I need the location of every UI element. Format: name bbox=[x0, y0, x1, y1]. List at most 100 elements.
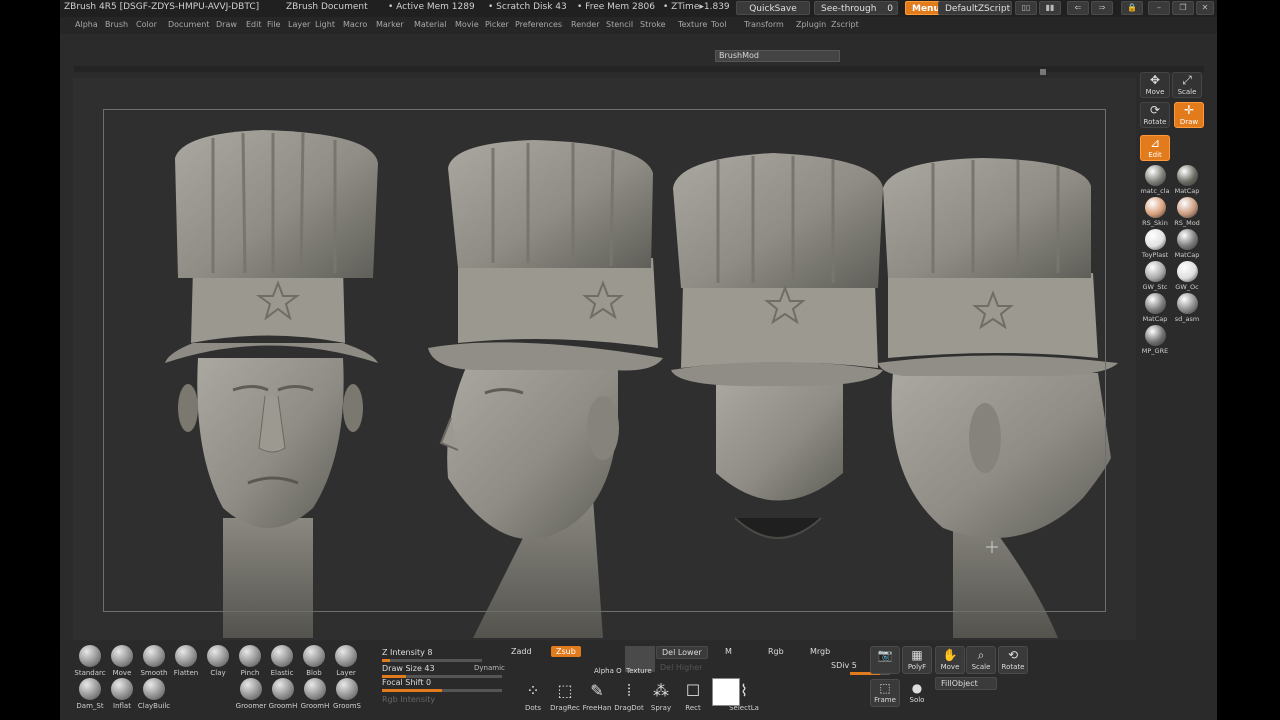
menu-stencil[interactable]: Stencil bbox=[606, 20, 633, 29]
move-button[interactable]: ✥ Move bbox=[1140, 72, 1170, 98]
material-4[interactable]: ToyPlast bbox=[1140, 229, 1170, 259]
stroke-freehan[interactable]: ✎ FreeHan bbox=[579, 680, 615, 712]
edit-button[interactable]: ⊿ Edit bbox=[1140, 135, 1170, 161]
camera-button[interactable]: 📷 bbox=[870, 646, 900, 674]
dynamic-toggle[interactable]: Dynamic bbox=[474, 664, 505, 672]
polyf-button[interactable]: ▦ PolyF bbox=[902, 646, 932, 674]
brush-move[interactable]: Move bbox=[105, 645, 139, 677]
menu-layer[interactable]: Layer bbox=[288, 20, 310, 29]
zsub-button[interactable]: Zsub bbox=[551, 646, 581, 657]
menu-movie[interactable]: Movie bbox=[455, 20, 479, 29]
solo-button[interactable]: ● Solo bbox=[902, 679, 932, 707]
tray-scale-button[interactable]: ⌕ Scale bbox=[966, 646, 996, 674]
brush-pinch[interactable]: Pinch bbox=[233, 645, 267, 677]
stroke-dragdot[interactable]: ⦙ DragDot bbox=[611, 680, 647, 712]
brush-label: GroomH bbox=[268, 702, 298, 710]
menu-transform[interactable]: Transform bbox=[744, 20, 784, 29]
menu-draw[interactable]: Draw bbox=[216, 20, 237, 29]
stroke-dots[interactable]: ⁘ Dots bbox=[515, 680, 551, 712]
brush-smooth[interactable]: Smooth bbox=[137, 645, 171, 677]
brush-elastic[interactable]: Elastic bbox=[265, 645, 299, 677]
menu-tool[interactable]: Tool bbox=[711, 20, 727, 29]
brush-flatten[interactable]: Flatten bbox=[169, 645, 203, 677]
color-swatch[interactable] bbox=[712, 678, 740, 706]
fillobject-button[interactable]: FillObject bbox=[935, 677, 997, 690]
brushmod-slider[interactable]: BrushMod bbox=[715, 50, 840, 62]
menu-preferences[interactable]: Preferences bbox=[515, 20, 562, 29]
menu-file[interactable]: File bbox=[267, 20, 280, 29]
menu-alpha[interactable]: Alpha bbox=[75, 20, 98, 29]
stroke-rect[interactable]: ☐ Rect bbox=[675, 680, 711, 712]
layout-icon-2[interactable]: ▮▮ bbox=[1039, 1, 1061, 15]
maximize-icon[interactable]: ❐ bbox=[1172, 1, 1194, 15]
menu-macro[interactable]: Macro bbox=[343, 20, 367, 29]
brush-groomer[interactable]: Groomer bbox=[234, 678, 268, 710]
material-0[interactable]: matc_cla bbox=[1140, 165, 1170, 195]
material-8[interactable]: MatCap bbox=[1140, 293, 1170, 323]
zadd-button[interactable]: Zadd bbox=[511, 647, 532, 656]
minimize-icon[interactable]: – bbox=[1148, 1, 1170, 15]
undo-icon[interactable]: ⇐ bbox=[1067, 1, 1089, 15]
material-2[interactable]: RS_Skin bbox=[1140, 197, 1170, 227]
m-button[interactable]: M bbox=[725, 647, 732, 656]
material-9[interactable]: sd_asm bbox=[1172, 293, 1202, 323]
brush-clay[interactable]: Clay bbox=[201, 645, 235, 677]
brush-standarc[interactable]: Standarc bbox=[73, 645, 107, 677]
close-icon[interactable]: ✕ bbox=[1196, 1, 1214, 15]
brush-grooms[interactable]: GroomS bbox=[330, 678, 364, 710]
draw-size-slider[interactable]: Draw Size 43 Dynamic bbox=[382, 664, 505, 678]
brush-claybuilc[interactable]: ClayBuilc bbox=[137, 678, 171, 710]
menu-document[interactable]: Document bbox=[168, 20, 209, 29]
brush-layer[interactable]: Layer bbox=[329, 645, 363, 677]
tray-rotate-button[interactable]: ⟲ Rotate bbox=[998, 646, 1028, 674]
material-7[interactable]: GW_Oc bbox=[1172, 261, 1202, 291]
focal-shift-slider[interactable]: Focal Shift 0 bbox=[382, 678, 502, 692]
quicksave-button[interactable]: QuickSave bbox=[736, 1, 810, 15]
edit-icon: ⊿ bbox=[1149, 136, 1161, 150]
sdiv-slider[interactable]: SDiv 5 bbox=[831, 661, 857, 670]
brush-blob[interactable]: Blob bbox=[297, 645, 331, 677]
frame-button[interactable]: ⬚ Frame bbox=[870, 679, 900, 707]
layout-icon-1[interactable]: ▯▯ bbox=[1015, 1, 1037, 15]
del-higher-button[interactable]: Del Higher bbox=[660, 663, 702, 672]
stroke-spray[interactable]: ⁂ Spray bbox=[643, 680, 679, 712]
material-6[interactable]: GW_Stc bbox=[1140, 261, 1170, 291]
see-through-slider[interactable]: See-through 0 bbox=[814, 1, 898, 15]
mrgb-button[interactable]: Mrgb bbox=[810, 647, 830, 656]
scale-button[interactable]: ⤢ Scale bbox=[1172, 72, 1202, 98]
del-lower-button[interactable]: Del Lower bbox=[656, 646, 708, 659]
menu-color[interactable]: Color bbox=[136, 20, 157, 29]
menu-render[interactable]: Render bbox=[571, 20, 599, 29]
alpha-button[interactable]: Alpha O bbox=[594, 667, 622, 675]
menu-zscript[interactable]: Zscript bbox=[831, 20, 859, 29]
default-zscript-button[interactable]: DefaultZScript bbox=[938, 1, 1012, 15]
redo-icon[interactable]: ⇒ bbox=[1091, 1, 1113, 15]
material-3[interactable]: RS_Mod bbox=[1172, 197, 1202, 227]
draw-button[interactable]: ✛ Draw bbox=[1174, 102, 1204, 128]
menu-marker[interactable]: Marker bbox=[376, 20, 404, 29]
z-intensity-slider[interactable]: Z Intensity 8 bbox=[382, 648, 482, 662]
menu-edit[interactable]: Edit bbox=[246, 20, 262, 29]
material-5[interactable]: MatCap bbox=[1172, 229, 1202, 259]
material-1[interactable]: MatCap bbox=[1172, 165, 1202, 195]
tray-move-button[interactable]: ✋ Move bbox=[935, 646, 965, 674]
menu-stroke[interactable]: Stroke bbox=[640, 20, 666, 29]
menu-picker[interactable]: Picker bbox=[485, 20, 509, 29]
menu-texture[interactable]: Texture bbox=[678, 20, 707, 29]
brush-inflat[interactable]: Inflat bbox=[105, 678, 139, 710]
rgb-button[interactable]: Rgb bbox=[768, 647, 784, 656]
lock-icon[interactable]: 🔒 bbox=[1121, 1, 1143, 15]
menu-zplugin[interactable]: Zplugin bbox=[796, 20, 826, 29]
brush-groomh[interactable]: GroomH bbox=[298, 678, 332, 710]
menu-material[interactable]: Material bbox=[414, 20, 447, 29]
rgb-intensity-slider[interactable]: Rgb Intensity bbox=[382, 695, 502, 704]
menu-light[interactable]: Light bbox=[315, 20, 335, 29]
rotate-button[interactable]: ⟳ Rotate bbox=[1140, 102, 1170, 128]
strip-handle[interactable] bbox=[1040, 69, 1046, 75]
brush-dam_st[interactable]: Dam_St bbox=[73, 678, 107, 710]
brush-groomh[interactable]: GroomH bbox=[266, 678, 300, 710]
menu-brush[interactable]: Brush bbox=[105, 20, 128, 29]
document-canvas[interactable] bbox=[73, 78, 1136, 640]
stroke-dragrec[interactable]: ⬚ DragRec bbox=[547, 680, 583, 712]
material-10[interactable]: MP_GRE bbox=[1140, 325, 1170, 355]
